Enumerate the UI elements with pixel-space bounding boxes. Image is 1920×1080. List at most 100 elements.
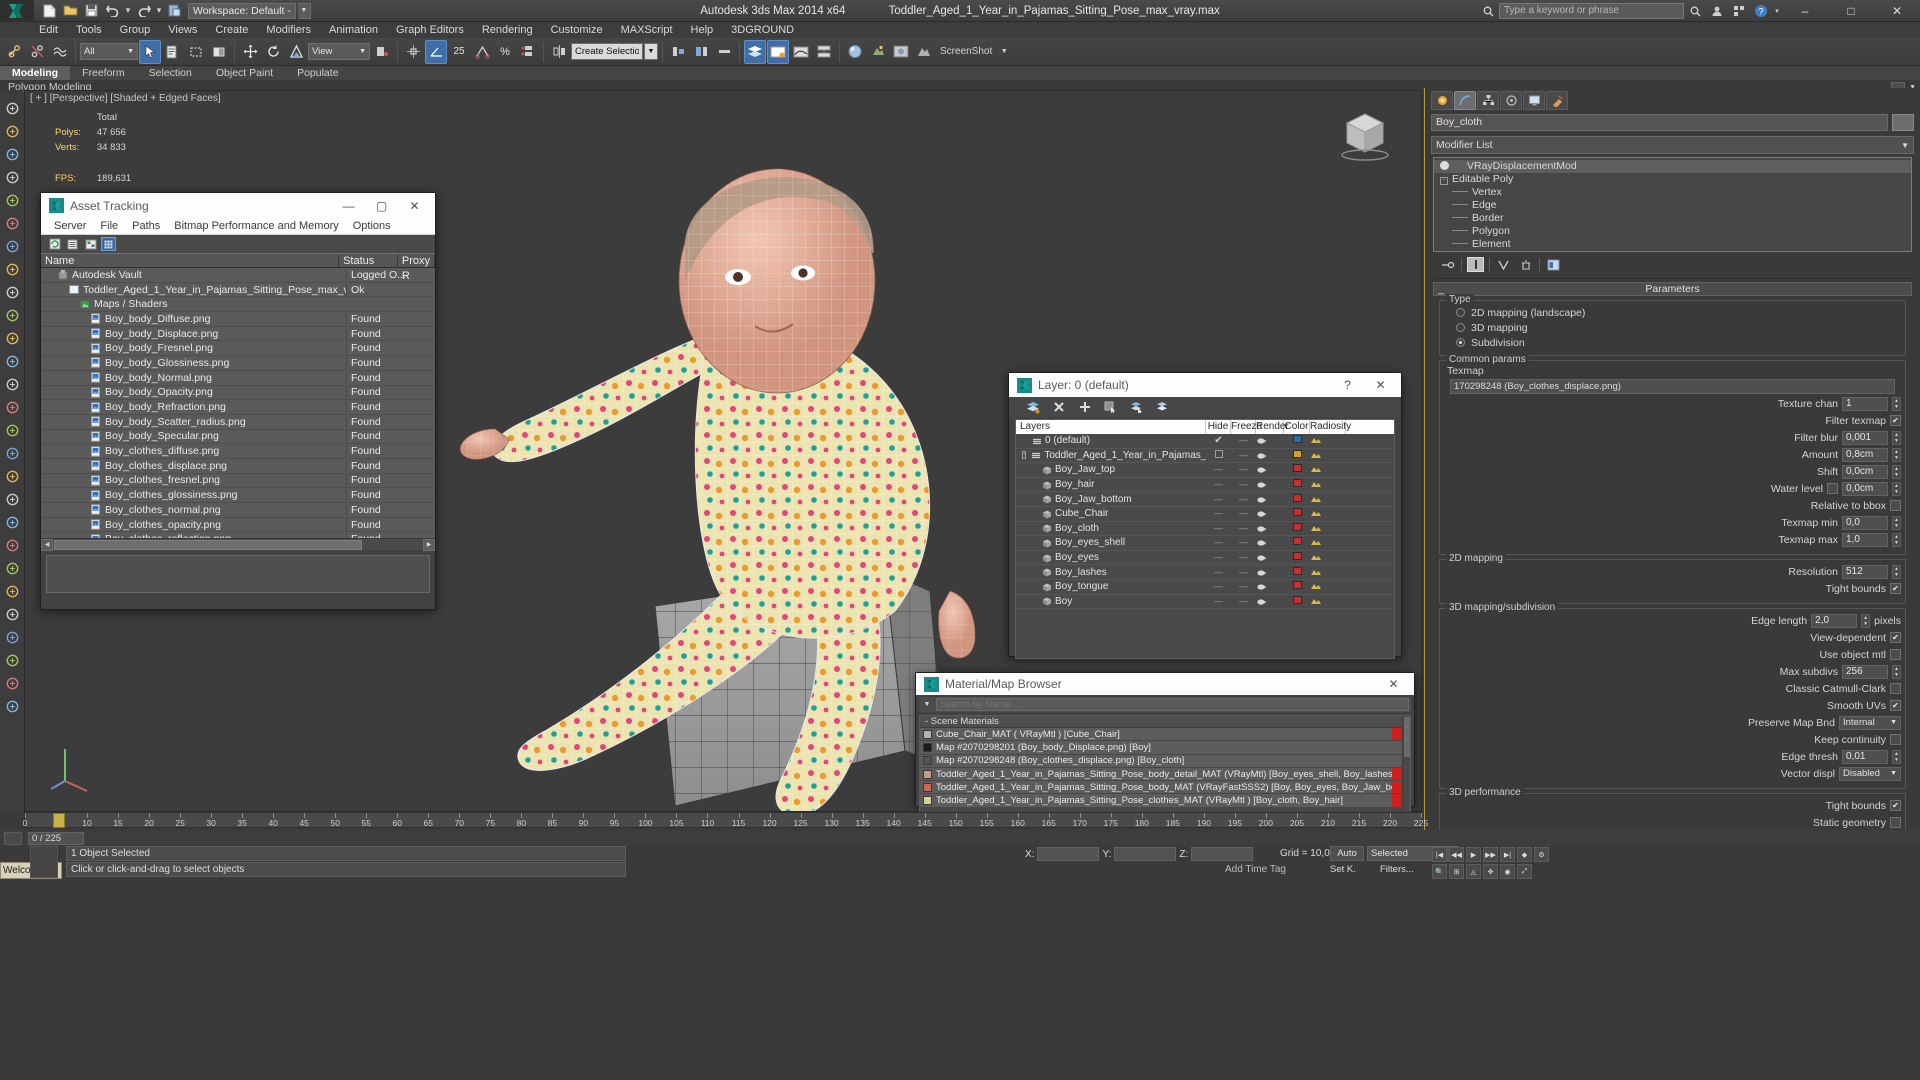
layer-row[interactable]: Boy_Jaw_bottom — —	[1016, 492, 1394, 507]
material-editor-icon[interactable]	[2, 512, 22, 532]
timeline-nav-left-icon[interactable]	[4, 831, 22, 845]
lasso-select-icon[interactable]	[2, 144, 22, 164]
tab-create[interactable]	[1431, 91, 1453, 110]
list-view-icon[interactable]	[65, 237, 80, 251]
layer-render-toggle[interactable]	[1256, 451, 1284, 460]
maximize-viewport-icon[interactable]: ⤢	[1517, 864, 1532, 879]
layer-render-toggle[interactable]	[1256, 582, 1284, 591]
layer-col-render[interactable]: Render	[1256, 420, 1289, 434]
layer-color-swatch[interactable]	[1284, 581, 1310, 592]
select-and-rotate-icon[interactable]	[262, 40, 284, 64]
select-by-name-icon[interactable]	[162, 40, 184, 64]
select-and-scale-icon[interactable]	[285, 40, 307, 64]
material-group-header[interactable]: - Scene Materials	[920, 716, 1402, 728]
minimize-button[interactable]: –	[1782, 0, 1828, 22]
asset-row[interactable]: Boy_body_Fresnel.png Found	[41, 341, 435, 357]
menu-item-maxscript[interactable]: MAXScript	[612, 22, 682, 38]
layer-freeze-toggle[interactable]: —	[1231, 479, 1256, 490]
named-selection-dropdown-icon[interactable]: ▼	[644, 43, 658, 60]
previous-frame-icon[interactable]: ◀◀	[1449, 847, 1464, 862]
layer-render-toggle[interactable]	[1256, 553, 1284, 562]
param-value-field[interactable]: 1	[1842, 396, 1888, 411]
menu-item-graph-editors[interactable]: Graph Editors	[387, 22, 473, 38]
unlink-selection-icon[interactable]	[26, 40, 48, 64]
key-filters-button[interactable]: Filters...	[1380, 864, 1414, 875]
param-checkbox[interactable]	[1890, 817, 1901, 828]
spinner-snap-icon[interactable]	[471, 40, 493, 64]
layer-radiosity-toggle[interactable]	[1310, 538, 1346, 547]
pin-stack-icon[interactable]	[1439, 257, 1456, 272]
menu-item-rendering[interactable]: Rendering	[473, 22, 542, 38]
layer-render-toggle[interactable]	[1256, 480, 1284, 489]
layer-radiosity-toggle[interactable]	[1310, 451, 1346, 460]
layer-freeze-toggle[interactable]: —	[1231, 450, 1256, 461]
manage-scene-states-icon[interactable]	[767, 39, 789, 64]
param-value-field[interactable]: 0,8cm	[1842, 447, 1888, 462]
layer-hide-toggle[interactable]: —	[1206, 479, 1231, 490]
scale-tool-icon[interactable]	[2, 236, 22, 256]
layer-hide-toggle[interactable]: —	[1206, 567, 1231, 578]
layer-render-toggle[interactable]	[1256, 538, 1284, 547]
menu-item-customize[interactable]: Customize	[542, 22, 612, 38]
material-row[interactable]: Map #2070298248 (Boy_clothes_displace.pn…	[920, 754, 1402, 767]
param-checkbox[interactable]	[1890, 683, 1901, 694]
array-tool-icon[interactable]	[2, 397, 22, 417]
viewport-label[interactable]: [ + ] [Perspective] [Shaded + Edged Face…	[30, 93, 221, 104]
asset-menu-bitmap-performance-and-memory[interactable]: Bitmap Performance and Memory	[167, 218, 345, 235]
asset-row[interactable]: Boy_body_Displace.png Found	[41, 327, 435, 342]
layer-hide-toggle[interactable]: —	[1206, 537, 1231, 548]
spinner-control[interactable]: ▲ ▼	[1892, 464, 1901, 479]
percent-snap-icon[interactable]: %	[494, 40, 516, 64]
angle-snap-icon[interactable]	[2, 305, 22, 325]
param-value-field[interactable]: 0,01	[1842, 749, 1888, 764]
layer-col-color[interactable]: Color	[1284, 420, 1310, 434]
add-selection-to-layer-icon[interactable]	[1077, 400, 1092, 415]
table-view-icon[interactable]	[101, 237, 116, 251]
layer-color-swatch[interactable]	[1284, 522, 1310, 534]
material-row[interactable]: Map #2070298201 (Boy_body_Displace.png) …	[920, 741, 1402, 754]
object-color-swatch[interactable]	[1892, 114, 1914, 131]
place-tool-icon[interactable]	[2, 259, 22, 279]
modifier-stack-row[interactable]: VRayDisplacementMod	[1434, 160, 1911, 173]
param-checkbox[interactable]	[1827, 483, 1838, 494]
quick-render-icon[interactable]	[2, 558, 22, 578]
paint-select-icon[interactable]	[2, 121, 22, 141]
ribbon-tab-object-paint[interactable]: Object Paint	[204, 66, 285, 80]
asset-row[interactable]: Boy_body_Scatter_radius.png Found	[41, 415, 435, 430]
layer-row[interactable]: Boy_lashes — —	[1016, 565, 1394, 580]
layer-help-button[interactable]: ?	[1331, 373, 1364, 398]
field-of-view-icon[interactable]: ◬	[1466, 864, 1481, 879]
select-objects-in-layer-icon[interactable]	[1103, 400, 1118, 415]
tab-hierarchy[interactable]	[1477, 91, 1499, 110]
shape-tool-icon[interactable]	[2, 673, 22, 693]
layer-freeze-toggle[interactable]: —	[1231, 523, 1256, 534]
modifier-stack-row[interactable]: Edge	[1434, 199, 1911, 212]
scroll-right-icon[interactable]: ▶	[423, 538, 435, 551]
undo-dropdown-icon[interactable]: ▾	[124, 2, 132, 20]
use-pivot-center-icon[interactable]	[371, 40, 393, 64]
info-center-search-icon[interactable]	[1477, 0, 1499, 22]
asset-menu-paths[interactable]: Paths	[125, 218, 167, 235]
modifier-tool-icon[interactable]	[2, 696, 22, 716]
layer-hide-toggle[interactable]: ✔	[1206, 435, 1231, 446]
selection-filter-combo[interactable]: All ▼	[80, 43, 138, 60]
param-checkbox[interactable]	[1890, 700, 1901, 711]
layer-freeze-toggle[interactable]: —	[1231, 567, 1256, 578]
make-unique-icon[interactable]	[1495, 257, 1512, 272]
menu-item-modifiers[interactable]: Modifiers	[257, 22, 320, 38]
undo-icon[interactable]	[103, 2, 122, 20]
clone-tool-icon[interactable]	[2, 443, 22, 463]
layer-row[interactable]: Boy — —	[1016, 595, 1394, 610]
radio-2d-mapping[interactable]	[1456, 308, 1465, 317]
layer-hide-toggle[interactable]: —	[1206, 464, 1231, 475]
asset-row[interactable]: Boy_clothes_glossiness.png Found	[41, 488, 435, 503]
param-value-field[interactable]: 0,0cm	[1842, 464, 1888, 479]
curve-editor-icon[interactable]	[790, 40, 812, 64]
open-file-icon[interactable]	[61, 2, 80, 20]
tab-modify[interactable]	[1454, 91, 1476, 110]
param-value-field[interactable]: 0,0cm	[1842, 481, 1888, 496]
layer-render-toggle[interactable]	[1256, 509, 1284, 518]
asset-row[interactable]: Boy_body_Specular.png Found	[41, 430, 435, 445]
layer-radiosity-toggle[interactable]	[1310, 524, 1346, 533]
tree-view-icon[interactable]	[83, 237, 98, 251]
